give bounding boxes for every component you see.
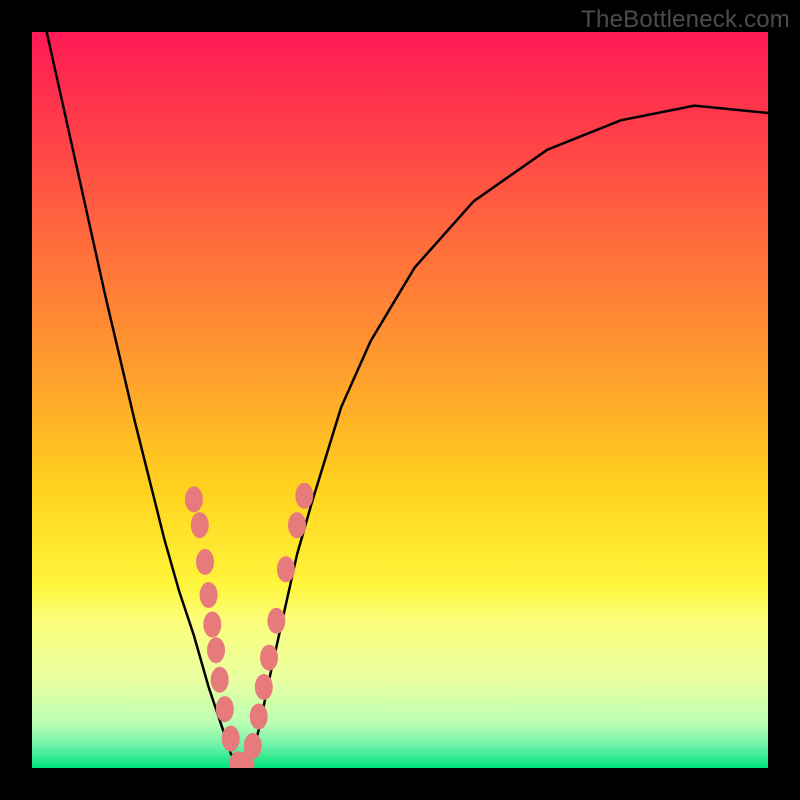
plot-area bbox=[32, 32, 768, 768]
watermark-text: TheBottleneck.com bbox=[581, 6, 790, 34]
chart-frame: TheBottleneck.com bbox=[0, 0, 800, 800]
